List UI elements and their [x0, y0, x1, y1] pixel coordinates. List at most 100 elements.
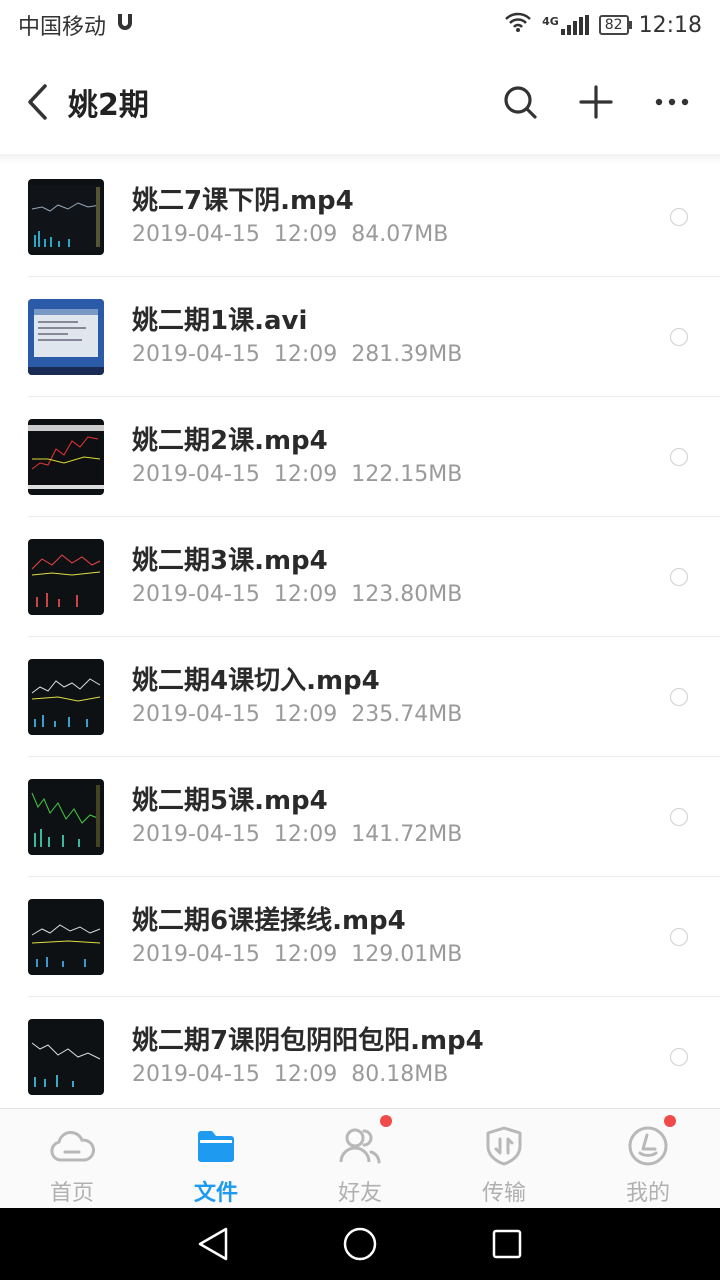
signal-icon — [560, 15, 589, 35]
tab-label: 我的 — [625, 1181, 670, 1206]
video-thumbnail — [28, 779, 104, 855]
header: 姚2期 — [0, 50, 720, 154]
file-date: 2019-04-15 — [132, 582, 260, 607]
file-row[interactable]: 姚二7课下阴.mp4 2019-04-15 12:09 84.07MB — [0, 157, 720, 277]
notification-icon — [114, 11, 136, 39]
file-row[interactable]: 姚二期1课.avi 2019-04-15 12:09 281.39MB — [0, 277, 720, 397]
search-button[interactable] — [496, 78, 544, 126]
file-size: 141.72MB — [351, 822, 463, 847]
nav-home-button[interactable] — [340, 1224, 380, 1264]
select-checkbox[interactable] — [670, 448, 688, 466]
clock: 12:18 — [638, 12, 702, 38]
nav-recents-button[interactable] — [487, 1224, 527, 1264]
file-info: 姚二期4课切入.mp4 2019-04-15 12:09 235.74MB — [132, 664, 462, 730]
file-date: 2019-04-15 — [132, 822, 260, 847]
file-time: 12:09 — [273, 1062, 338, 1087]
select-checkbox[interactable] — [670, 568, 688, 586]
file-meta: 2019-04-15 12:09 235.74MB — [132, 700, 462, 730]
file-size: 129.01MB — [351, 942, 463, 967]
file-size: 80.18MB — [351, 1062, 449, 1087]
tab-label: 文件 — [193, 1181, 238, 1206]
select-checkbox[interactable] — [670, 808, 688, 826]
tab-files[interactable]: 文件 — [144, 1109, 288, 1208]
notification-badge — [664, 1115, 676, 1127]
file-meta: 2019-04-15 12:09 141.72MB — [132, 820, 462, 850]
carrier-label: 中国移动 — [18, 15, 107, 40]
video-thumbnail — [28, 179, 104, 255]
video-thumbnail — [28, 1019, 104, 1095]
file-date: 2019-04-15 — [132, 342, 260, 367]
network-type: 4G — [542, 15, 559, 28]
select-checkbox[interactable] — [670, 928, 688, 946]
profile-icon — [625, 1123, 671, 1169]
file-time: 12:09 — [273, 822, 338, 847]
nav-back-button[interactable] — [193, 1224, 233, 1264]
file-name: 姚二期1课.avi — [132, 306, 308, 336]
file-meta: 2019-04-15 12:09 84.07MB — [132, 220, 448, 250]
tab-label: 好友 — [337, 1181, 382, 1206]
notification-badge — [380, 1115, 392, 1127]
video-thumbnail — [28, 899, 104, 975]
file-time: 12:09 — [273, 942, 338, 967]
file-row[interactable]: 姚二期5课.mp4 2019-04-15 12:09 141.72MB — [0, 757, 720, 877]
file-info: 姚二期5课.mp4 2019-04-15 12:09 141.72MB — [132, 784, 462, 850]
tab-label: 传输 — [481, 1181, 526, 1206]
more-dots-icon — [655, 98, 689, 106]
select-checkbox[interactable] — [670, 688, 688, 706]
file-time: 12:09 — [273, 462, 338, 487]
file-row[interactable]: 姚二期7课阴包阴阳包阳.mp4 2019-04-15 12:09 80.18MB — [0, 997, 720, 1117]
file-meta: 2019-04-15 12:09 281.39MB — [132, 340, 462, 370]
file-time: 12:09 — [273, 222, 338, 247]
file-date: 2019-04-15 — [132, 942, 260, 967]
file-info: 姚二期1课.avi 2019-04-15 12:09 281.39MB — [132, 304, 462, 370]
system-nav-bar — [0, 1208, 720, 1280]
tab-transfer[interactable]: 传输 — [432, 1109, 576, 1208]
battery-icon: 82 — [598, 15, 632, 35]
more-button[interactable] — [648, 78, 696, 126]
status-left: 中国移动 — [18, 9, 136, 41]
file-meta: 2019-04-15 12:09 129.01MB — [132, 940, 462, 970]
file-name: 姚二期6课搓揉线.mp4 — [132, 906, 406, 936]
file-name: 姚二期4课切入.mp4 — [132, 666, 380, 696]
select-checkbox[interactable] — [670, 1048, 688, 1066]
select-checkbox[interactable] — [670, 208, 688, 226]
file-row[interactable]: 姚二期2课.mp4 2019-04-15 12:09 122.15MB — [0, 397, 720, 517]
file-info: 姚二期7课阴包阴阳包阳.mp4 2019-04-15 12:09 80.18MB — [132, 1024, 484, 1090]
tab-friends[interactable]: 好友 — [288, 1109, 432, 1208]
status-right: 4G 82 12:18 — [504, 11, 702, 39]
file-time: 12:09 — [273, 582, 338, 607]
file-name: 姚二期7课阴包阴阳包阳.mp4 — [132, 1026, 484, 1056]
folder-icon — [193, 1123, 239, 1169]
file-time: 12:09 — [273, 342, 338, 367]
file-info: 姚二7课下阴.mp4 2019-04-15 12:09 84.07MB — [132, 184, 448, 250]
file-info: 姚二期2课.mp4 2019-04-15 12:09 122.15MB — [132, 424, 462, 490]
file-time: 12:09 — [273, 702, 338, 727]
tab-home[interactable]: 首页 — [0, 1109, 144, 1208]
status-bar: 中国移动 4G 82 12:18 — [0, 0, 720, 50]
file-row[interactable]: 姚二期3课.mp4 2019-04-15 12:09 123.80MB — [0, 517, 720, 637]
add-button[interactable] — [572, 78, 620, 126]
file-row[interactable]: 姚二期6课搓揉线.mp4 2019-04-15 12:09 129.01MB — [0, 877, 720, 997]
file-size: 122.15MB — [351, 462, 463, 487]
circle-home-icon — [343, 1227, 377, 1261]
file-size: 235.74MB — [351, 702, 463, 727]
square-recents-icon — [492, 1229, 521, 1259]
plus-icon — [579, 85, 613, 119]
friends-icon — [337, 1123, 383, 1169]
file-size: 123.80MB — [351, 582, 463, 607]
select-checkbox[interactable] — [670, 328, 688, 346]
file-date: 2019-04-15 — [132, 1062, 260, 1087]
file-size: 84.07MB — [351, 222, 449, 247]
video-thumbnail — [28, 659, 104, 735]
header-actions — [496, 78, 700, 126]
back-button[interactable] — [20, 77, 54, 127]
battery-level: 82 — [604, 17, 623, 33]
video-thumbnail — [28, 419, 104, 495]
cloud-icon — [49, 1123, 95, 1169]
file-info: 姚二期6课搓揉线.mp4 2019-04-15 12:09 129.01MB — [132, 904, 462, 970]
file-list: 姚二7课下阴.mp4 2019-04-15 12:09 84.07MB 姚二期1… — [0, 157, 720, 1117]
file-row[interactable]: 姚二期4课切入.mp4 2019-04-15 12:09 235.74MB — [0, 637, 720, 757]
tab-profile[interactable]: 我的 — [576, 1109, 720, 1208]
triangle-back-icon — [199, 1227, 228, 1261]
file-name: 姚二期2课.mp4 — [132, 426, 328, 456]
